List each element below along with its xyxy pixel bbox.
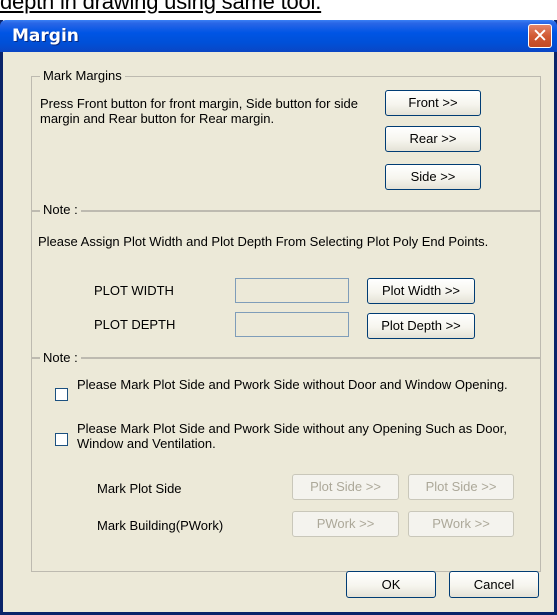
rear-button[interactable]: Rear >> [385, 126, 481, 152]
plot-side-button-2[interactable]: Plot Side >> [408, 474, 514, 500]
close-icon[interactable]: ✕ [528, 24, 552, 48]
pwork-button-1[interactable]: PWork >> [292, 511, 399, 537]
plot-width-field[interactable] [235, 278, 349, 303]
mark-building-label: Mark Building(PWork) [97, 518, 224, 533]
background-caption: depth in drawing using same tool. [0, 0, 322, 14]
side-button[interactable]: Side >> [385, 164, 481, 190]
plot-dimension-group: Note : Please Assign Plot Width and Plot… [31, 202, 541, 358]
mark-margins-label: Mark Margins [40, 68, 125, 83]
plot-side-button-1[interactable]: Plot Side >> [292, 474, 399, 500]
pwork-button-2[interactable]: PWork >> [408, 511, 514, 537]
plot-depth-button[interactable]: Plot Depth >> [367, 313, 475, 339]
checkbox2-text: Please Mark Plot Side and Pwork Side wit… [77, 421, 507, 451]
plot-depth-field[interactable] [235, 312, 349, 337]
front-button[interactable]: Front >> [385, 90, 481, 116]
mark-margins-instruction: Press Front button for front margin, Sid… [40, 96, 358, 126]
plot-depth-label: PLOT DEPTH [94, 317, 176, 332]
cancel-button[interactable]: Cancel [449, 571, 539, 598]
title-bar[interactable]: Margin ✕ [0, 20, 557, 52]
mark-margins-group: Mark Margins Press Front button for fron… [31, 68, 541, 212]
note1-label: Note : [40, 202, 81, 217]
plot-side-group: Note : Please Mark Plot Side and Pwork S… [31, 350, 541, 572]
no-door-window-checkbox[interactable] [55, 388, 68, 401]
checkbox1-text: Please Mark Plot Side and Pwork Side wit… [77, 377, 508, 392]
plot-width-label: PLOT WIDTH [94, 283, 174, 298]
ok-button[interactable]: OK [346, 571, 436, 598]
margin-dialog: Margin ✕ Mark Margins Press Front button… [0, 20, 557, 615]
note2-label: Note : [40, 350, 81, 365]
plot-width-button[interactable]: Plot Width >> [367, 278, 475, 304]
no-opening-checkbox[interactable] [55, 433, 68, 446]
note1-text: Please Assign Plot Width and Plot Depth … [38, 234, 489, 249]
mark-plot-side-label: Mark Plot Side [97, 481, 182, 496]
window-title: Margin [12, 26, 79, 46]
